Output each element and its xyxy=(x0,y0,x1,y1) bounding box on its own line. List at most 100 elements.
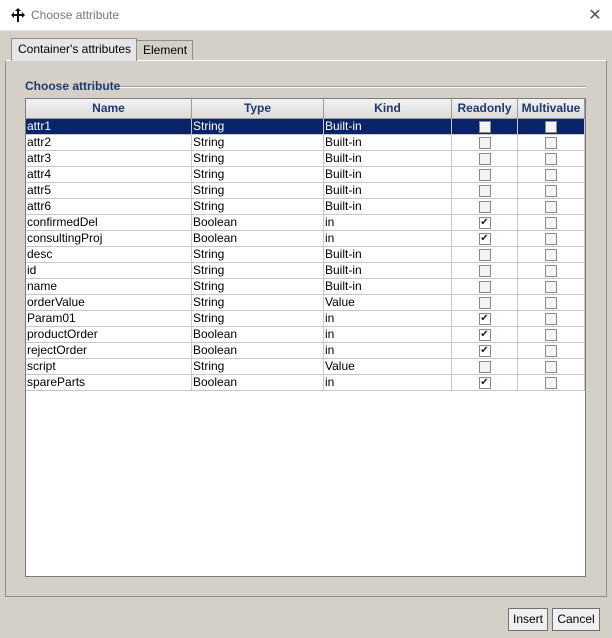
multivalue-checkbox[interactable] xyxy=(545,120,557,133)
table-row[interactable]: Param01 String in ✔ xyxy=(26,311,585,327)
multivalue-checkbox[interactable] xyxy=(545,328,557,341)
multivalue-checkbox[interactable] xyxy=(545,136,557,149)
cell-kind: Built-in xyxy=(324,279,452,295)
table-row[interactable]: attr1 String Built-in xyxy=(26,119,585,135)
cell-readonly xyxy=(452,151,518,167)
cell-readonly xyxy=(452,359,518,375)
cell-multivalue xyxy=(518,327,585,343)
tab-element[interactable]: Element xyxy=(136,40,193,60)
cell-type: String xyxy=(192,263,324,279)
cell-type: String xyxy=(192,167,324,183)
multivalue-checkbox[interactable] xyxy=(545,312,557,325)
readonly-checkbox[interactable]: ✔ xyxy=(478,376,491,389)
cell-multivalue xyxy=(518,167,585,183)
readonly-checkbox[interactable]: ✔ xyxy=(478,232,491,245)
table-row[interactable]: name String Built-in xyxy=(26,279,585,295)
title-bar: Choose attribute ✕ xyxy=(0,0,612,31)
cell-name: consultingProj xyxy=(26,231,192,247)
cell-multivalue xyxy=(518,135,585,151)
column-header-multivalue[interactable]: Multivalue xyxy=(518,99,585,119)
multivalue-checkbox[interactable] xyxy=(545,264,557,277)
tab-containers-attributes[interactable]: Container's attributes xyxy=(11,38,137,61)
cell-name: attr1 xyxy=(26,119,192,135)
cell-kind: Built-in xyxy=(324,151,452,167)
readonly-checkbox[interactable] xyxy=(478,280,491,293)
readonly-checkbox[interactable] xyxy=(478,168,491,181)
readonly-checkbox[interactable] xyxy=(478,360,491,373)
readonly-checkbox[interactable] xyxy=(478,264,491,277)
cell-name: Param01 xyxy=(26,311,192,327)
readonly-checkbox[interactable] xyxy=(478,136,491,149)
table-row[interactable]: rejectOrder Boolean in ✔ xyxy=(26,343,585,359)
group-divider xyxy=(120,86,586,88)
multivalue-checkbox[interactable] xyxy=(545,168,557,181)
table-row[interactable]: productOrder Boolean in ✔ xyxy=(26,327,585,343)
multivalue-checkbox[interactable] xyxy=(545,360,557,373)
multivalue-checkbox[interactable] xyxy=(545,376,557,389)
close-button[interactable]: ✕ xyxy=(581,2,609,28)
cell-type: Boolean xyxy=(192,215,324,231)
readonly-checkbox[interactable]: ✔ xyxy=(478,216,491,229)
readonly-checkbox[interactable] xyxy=(478,296,491,309)
readonly-checkbox[interactable] xyxy=(478,184,491,197)
multivalue-checkbox[interactable] xyxy=(545,184,557,197)
cell-readonly: ✔ xyxy=(452,215,518,231)
table-row[interactable]: consultingProj Boolean in ✔ xyxy=(26,231,585,247)
readonly-checkbox[interactable]: ✔ xyxy=(478,312,491,325)
table-row[interactable]: attr6 String Built-in xyxy=(26,199,585,215)
table-row[interactable]: desc String Built-in xyxy=(26,247,585,263)
table-row[interactable]: confirmedDel Boolean in ✔ xyxy=(26,215,585,231)
multivalue-checkbox[interactable] xyxy=(545,152,557,165)
table-row[interactable]: id String Built-in xyxy=(26,263,585,279)
multivalue-checkbox[interactable] xyxy=(545,296,557,309)
table-row[interactable]: spareParts Boolean in ✔ xyxy=(26,375,585,391)
cancel-button[interactable]: Cancel xyxy=(552,608,600,631)
cell-name: name xyxy=(26,279,192,295)
table-row[interactable]: script String Value xyxy=(26,359,585,375)
close-icon: ✕ xyxy=(588,5,602,24)
cell-multivalue xyxy=(518,295,585,311)
cell-type: String xyxy=(192,247,324,263)
multivalue-checkbox[interactable] xyxy=(545,248,557,261)
readonly-checkbox[interactable] xyxy=(478,120,491,133)
cell-kind: Built-in xyxy=(324,263,452,279)
cell-multivalue xyxy=(518,359,585,375)
column-header-name[interactable]: Name xyxy=(26,99,192,119)
cell-type: String xyxy=(192,119,324,135)
attributes-table[interactable]: Name Type Kind Readonly Multivalue attr1… xyxy=(25,98,586,577)
column-header-readonly[interactable]: Readonly xyxy=(452,99,518,119)
table-row[interactable]: attr5 String Built-in xyxy=(26,183,585,199)
table-row[interactable]: attr4 String Built-in xyxy=(26,167,585,183)
cell-multivalue xyxy=(518,279,585,295)
cell-name: attr3 xyxy=(26,151,192,167)
cell-name: desc xyxy=(26,247,192,263)
column-header-kind[interactable]: Kind xyxy=(324,99,452,119)
cell-name: attr6 xyxy=(26,199,192,215)
cell-readonly: ✔ xyxy=(452,375,518,391)
cell-readonly: ✔ xyxy=(452,231,518,247)
table-row[interactable]: attr3 String Built-in xyxy=(26,151,585,167)
multivalue-checkbox[interactable] xyxy=(545,216,557,229)
readonly-checkbox[interactable] xyxy=(478,200,491,213)
cell-type: String xyxy=(192,359,324,375)
multivalue-checkbox[interactable] xyxy=(545,344,557,357)
cell-multivalue xyxy=(518,231,585,247)
readonly-checkbox[interactable]: ✔ xyxy=(478,328,491,341)
readonly-checkbox[interactable]: ✔ xyxy=(478,344,491,357)
insert-button[interactable]: Insert xyxy=(508,608,548,631)
cell-multivalue xyxy=(518,263,585,279)
cell-multivalue xyxy=(518,183,585,199)
cell-readonly: ✔ xyxy=(452,327,518,343)
readonly-checkbox[interactable] xyxy=(478,248,491,261)
cell-type: Boolean xyxy=(192,327,324,343)
multivalue-checkbox[interactable] xyxy=(545,232,557,245)
table-row[interactable]: attr2 String Built-in xyxy=(26,135,585,151)
table-row[interactable]: orderValue String Value xyxy=(26,295,585,311)
multivalue-checkbox[interactable] xyxy=(545,200,557,213)
readonly-checkbox[interactable] xyxy=(478,152,491,165)
cell-kind: Value xyxy=(324,295,452,311)
column-header-type[interactable]: Type xyxy=(192,99,324,119)
multivalue-checkbox[interactable] xyxy=(545,280,557,293)
cell-name: attr4 xyxy=(26,167,192,183)
cell-readonly xyxy=(452,167,518,183)
